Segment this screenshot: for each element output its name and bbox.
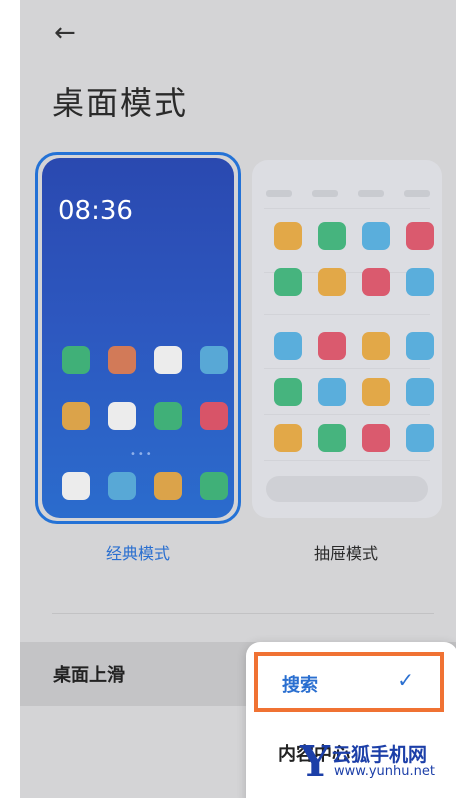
app-icon <box>406 268 434 296</box>
preview-clock: 08:36 <box>58 196 133 226</box>
app-icon <box>362 268 390 296</box>
app-icon <box>318 268 346 296</box>
app-icon <box>108 402 136 430</box>
app-icon <box>154 402 182 430</box>
app-icon <box>362 424 390 452</box>
app-icon <box>200 402 228 430</box>
watermark-url: www.yunhu.net <box>334 764 435 779</box>
app-icon <box>318 222 346 250</box>
app-icon <box>362 378 390 406</box>
left-margin <box>0 0 20 798</box>
menu-option-label: 搜索 <box>282 675 318 696</box>
app-icon <box>318 424 346 452</box>
category-bar <box>358 190 384 197</box>
page-indicator: ••• <box>130 449 154 460</box>
app-icon <box>274 424 302 452</box>
app-icon <box>406 424 434 452</box>
app-icon <box>154 346 182 374</box>
category-bar <box>266 190 292 197</box>
app-icon <box>108 346 136 374</box>
app-icon <box>62 472 90 500</box>
preview-divider <box>264 368 430 369</box>
app-icon <box>154 472 182 500</box>
preview-divider <box>264 208 430 209</box>
app-icon <box>62 346 90 374</box>
app-icon <box>274 378 302 406</box>
app-icon <box>406 332 434 360</box>
preview-divider <box>264 314 430 315</box>
app-icon <box>274 222 302 250</box>
watermark-y-icon: Y <box>300 737 330 786</box>
app-icon <box>362 332 390 360</box>
back-arrow-icon[interactable]: ← <box>54 18 76 48</box>
app-icon <box>274 268 302 296</box>
right-margin <box>456 0 473 798</box>
watermark-brand: 云狐手机网 <box>332 744 428 766</box>
app-icon <box>406 222 434 250</box>
app-icon <box>108 472 136 500</box>
page-title: 桌面模式 <box>52 84 189 122</box>
classic-mode-label[interactable]: 经典模式 <box>106 540 170 564</box>
category-bar <box>312 190 338 197</box>
watermark-logo: Y 云狐手机网 www.yunhu.net <box>300 738 458 784</box>
checkmark-icon: ✓ <box>397 668 414 692</box>
app-icon <box>62 402 90 430</box>
menu-option-search[interactable]: 搜索 ✓ <box>254 652 444 712</box>
app-icon <box>318 378 346 406</box>
preview-divider <box>264 414 430 415</box>
drawer-mode-label[interactable]: 抽屉模式 <box>314 540 378 564</box>
app-icon <box>274 332 302 360</box>
settings-screen: ← 桌面模式 08:36 ••• 经典模式 抽屉模式 桌面上滑 搜索 ✓ 内容中… <box>20 0 456 798</box>
app-icon <box>200 472 228 500</box>
app-icon <box>200 346 228 374</box>
app-icon <box>362 222 390 250</box>
section-divider <box>52 613 434 614</box>
app-icon <box>406 378 434 406</box>
classic-mode-preview[interactable]: 08:36 ••• <box>42 158 234 518</box>
preview-search-bar <box>266 476 428 502</box>
app-icon <box>318 332 346 360</box>
category-bar <box>404 190 430 197</box>
swipe-up-setting-label: 桌面上滑 <box>53 665 125 686</box>
preview-divider <box>264 460 430 461</box>
drawer-mode-preview[interactable] <box>252 160 442 518</box>
